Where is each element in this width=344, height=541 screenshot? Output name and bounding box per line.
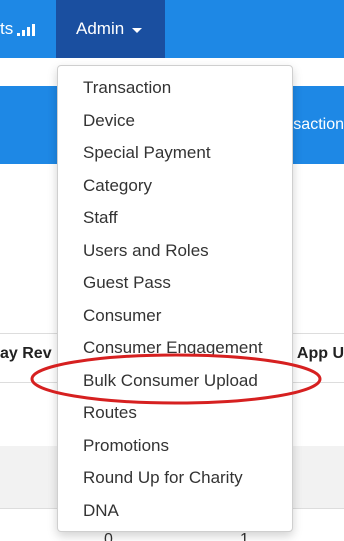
menu-item-device[interactable]: Device bbox=[58, 105, 292, 138]
nav-item-reports-label: ts bbox=[0, 19, 14, 38]
caret-down-icon bbox=[132, 27, 143, 33]
menu-item-staff[interactable]: Staff bbox=[58, 202, 292, 235]
table-cell: 1 bbox=[240, 531, 249, 541]
signal-bars-icon bbox=[17, 22, 36, 36]
banner-label: saction bbox=[293, 116, 344, 133]
menu-item-round-up-for-charity[interactable]: Round Up for Charity bbox=[58, 462, 292, 495]
nav-item-admin-label: Admin bbox=[76, 19, 125, 38]
menu-item-special-payment[interactable]: Special Payment bbox=[58, 137, 292, 170]
menu-item-transaction[interactable]: Transaction bbox=[58, 72, 292, 105]
page: ts Admin saction ay Rev e App U 0 1 Tran… bbox=[0, 0, 344, 541]
nav-item-admin[interactable]: Admin bbox=[56, 0, 165, 58]
top-navbar: ts Admin bbox=[0, 0, 344, 58]
menu-item-guest-pass[interactable]: Guest Pass bbox=[58, 267, 292, 300]
admin-dropdown-menu: Transaction Device Special Payment Categ… bbox=[57, 65, 293, 532]
menu-item-consumer[interactable]: Consumer bbox=[58, 300, 292, 333]
menu-item-users-and-roles[interactable]: Users and Roles bbox=[58, 235, 292, 268]
table-cell: 0 bbox=[104, 531, 113, 541]
menu-item-promotions[interactable]: Promotions bbox=[58, 430, 292, 463]
menu-item-category[interactable]: Category bbox=[58, 170, 292, 203]
highlight-ellipse bbox=[30, 353, 322, 405]
nav-item-reports[interactable]: ts bbox=[0, 0, 36, 58]
menu-item-dna[interactable]: DNA bbox=[58, 495, 292, 528]
